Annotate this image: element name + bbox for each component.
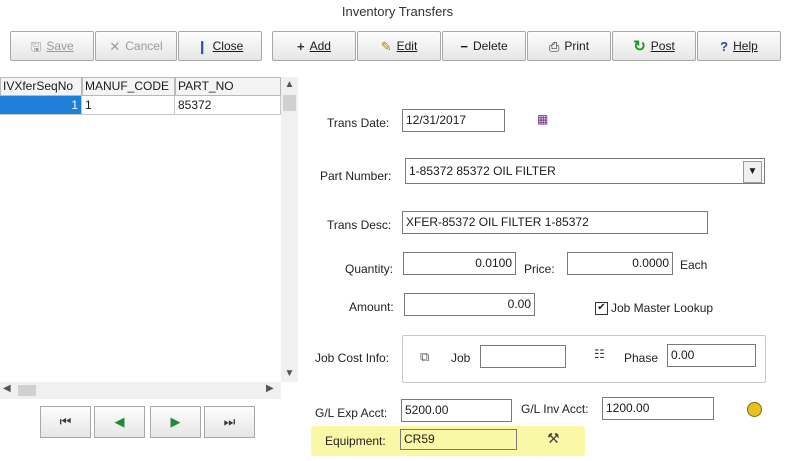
close-button[interactable]: ❙ Close — [178, 31, 262, 61]
part-number-select[interactable]: 1-85372 85372 OIL FILTER ▼ — [405, 158, 765, 184]
part-number-value: 1-85372 85372 OIL FILTER — [409, 164, 556, 178]
amount-label: Amount: — [349, 300, 394, 314]
table-row-manuf-cell[interactable]: 1 — [82, 96, 175, 115]
cancel-button[interactable]: ✕ Cancel — [95, 31, 177, 61]
phase-tree-icon[interactable]: ☷ — [594, 347, 605, 361]
gl-exp-acct-label: G/L Exp Acct: — [315, 406, 388, 420]
vertical-scroll-thumb[interactable] — [283, 95, 296, 111]
scroll-right-icon[interactable]: ▶ — [266, 383, 274, 394]
edit-pencil-icon: ✎ — [380, 38, 392, 54]
job-lookup-icon[interactable]: ⧉ — [420, 349, 429, 365]
door-icon: ❙ — [196, 38, 208, 54]
add-button[interactable]: + Add — [272, 31, 356, 61]
phase-field[interactable]: 0.00 — [667, 344, 756, 367]
job-master-label: Job Master Lookup — [611, 301, 714, 315]
minus-icon: − — [460, 38, 468, 54]
gl-inv-acct-field[interactable]: 1200.00 — [602, 397, 714, 420]
trans-desc-field[interactable]: XFER-85372 OIL FILTER 1-85372 — [402, 211, 708, 234]
print-button[interactable]: ⎙ Print — [527, 31, 611, 61]
scroll-up-icon[interactable]: ▲ — [281, 79, 298, 90]
part-number-label: Part Number: — [320, 169, 392, 183]
gl-inv-acct-label: G/L Inv Acct: — [521, 402, 589, 416]
cancel-icon: ✕ — [109, 38, 121, 54]
column-header-manuf[interactable]: MANUF_CODE — [82, 77, 175, 96]
plus-icon: + — [297, 38, 305, 54]
post-button[interactable]: ↻ Post — [612, 31, 696, 61]
table-row-seq-cell[interactable]: 1 — [0, 96, 82, 115]
trans-desc-label: Trans Desc: — [327, 218, 392, 232]
trans-date-label: Trans Date: — [327, 116, 390, 130]
column-header-seq[interactable]: IVXferSeqNo — [0, 77, 82, 96]
equipment-field[interactable]: CR59 — [400, 429, 517, 450]
horizontal-scroll-thumb[interactable] — [18, 385, 36, 396]
chevron-down-icon[interactable]: ▼ — [743, 161, 762, 183]
price-label: Price: — [524, 262, 555, 276]
arrow-right-icon: ▶ — [170, 414, 181, 429]
trans-date-field[interactable]: 12/31/2017 — [402, 109, 505, 132]
price-unit-label: Each — [680, 258, 708, 272]
floppy-disk-icon: 🖫 — [30, 38, 42, 54]
first-record-icon: ⏮ — [59, 414, 72, 429]
first-record-button[interactable]: ⏮ — [40, 406, 91, 438]
gl-lookup-icon[interactable] — [747, 402, 762, 417]
phase-label: Phase — [624, 351, 659, 365]
calendar-icon[interactable]: ▦ — [537, 112, 553, 127]
transfers-grid[interactable]: IVXferSeqNo MANUF_CODE PART_NO 1 1 85372 — [0, 77, 282, 382]
delete-button[interactable]: − Delete — [442, 31, 526, 61]
next-record-button[interactable]: ▶ — [150, 406, 201, 438]
table-row-part-cell[interactable]: 85372 — [175, 96, 281, 115]
grid-horizontal-scrollbar[interactable]: ◀ ▶ — [0, 382, 281, 399]
grid-vertical-scrollbar[interactable]: ▲ ▼ — [281, 77, 298, 382]
help-icon: ? — [720, 38, 729, 54]
last-record-icon: ⏭ — [223, 414, 236, 429]
scroll-left-icon[interactable]: ◀ — [3, 383, 11, 394]
quantity-field[interactable]: 0.0100 — [403, 252, 516, 275]
arrow-left-icon: ◀ — [114, 414, 125, 429]
scroll-down-icon[interactable]: ▼ — [281, 368, 298, 379]
job-master-checkbox[interactable]: ✔ — [595, 302, 608, 315]
job-field[interactable] — [480, 345, 566, 368]
refresh-icon: ↻ — [633, 37, 646, 55]
equipment-lookup-icon[interactable]: ⚒ — [547, 430, 560, 447]
previous-record-button[interactable]: ◀ — [94, 406, 145, 438]
save-button[interactable]: 🖫 Save — [10, 31, 94, 61]
price-field[interactable]: 0.0000 — [567, 252, 673, 275]
last-record-button[interactable]: ⏭ — [204, 406, 255, 438]
amount-field[interactable]: 0.00 — [404, 293, 535, 316]
quantity-label: Quantity: — [345, 262, 394, 276]
equipment-label: Equipment: — [325, 434, 386, 448]
gl-exp-acct-field[interactable]: 5200.00 — [401, 399, 512, 422]
edit-button[interactable]: ✎ Edit — [357, 31, 441, 61]
job-label: Job — [451, 351, 471, 365]
job-cost-info-label: Job Cost Info: — [315, 351, 390, 365]
help-button[interactable]: ? Help — [697, 31, 781, 61]
window-title: Inventory Transfers — [341, 4, 454, 19]
column-header-part[interactable]: PART_NO — [175, 77, 281, 96]
printer-icon: ⎙ — [548, 38, 560, 54]
